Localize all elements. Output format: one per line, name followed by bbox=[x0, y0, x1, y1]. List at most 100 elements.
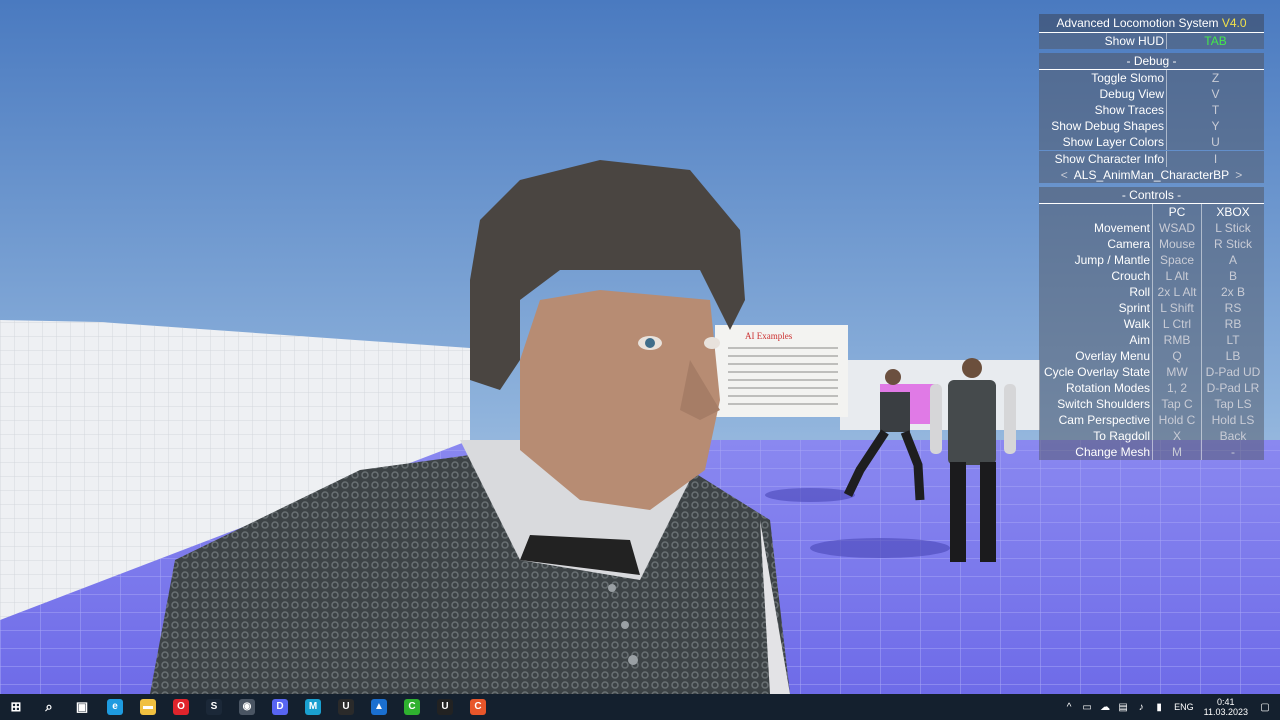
control-action: Walk bbox=[1123, 317, 1150, 331]
chevron-up-icon[interactable]: ^ bbox=[1062, 702, 1076, 713]
control-action: Rotation Modes bbox=[1065, 381, 1150, 395]
control-pc-key: Mouse bbox=[1152, 236, 1201, 252]
controls-row: Aim RMB LT bbox=[1039, 332, 1264, 348]
taskbar-app-icons: ⊞ ⌕ ▣ e ▬ O S ◉ D M U ▲ C U C bbox=[0, 694, 498, 720]
notifications-icon[interactable]: ▢ bbox=[1258, 702, 1272, 713]
control-xbox-key: RB bbox=[1201, 316, 1264, 332]
debug-section-header: - Debug - bbox=[1039, 53, 1264, 70]
controls-row: Cycle Overlay State MW D-Pad UD bbox=[1039, 364, 1264, 380]
search-icon[interactable]: ⌕ bbox=[36, 694, 62, 720]
hud-title-text: Advanced Locomotion System bbox=[1056, 16, 1219, 30]
controls-row: Jump / Mantle Space A bbox=[1039, 252, 1264, 268]
controls-row: Rotation Modes 1, 2 D-Pad LR bbox=[1039, 380, 1264, 396]
hud-row-key: T bbox=[1211, 103, 1220, 117]
green-app-icon[interactable]: C bbox=[399, 694, 425, 720]
control-action: Jump / Mantle bbox=[1074, 253, 1150, 267]
control-xbox-key: 2x B bbox=[1201, 284, 1264, 300]
control-action: Sprint bbox=[1118, 301, 1150, 315]
hud-row-key: Y bbox=[1211, 119, 1220, 133]
hud-row-show-traces: Show Traces T bbox=[1039, 102, 1264, 118]
control-pc-key: WSAD bbox=[1152, 220, 1201, 236]
control-pc-key: Tap C bbox=[1152, 396, 1201, 412]
discord-icon[interactable]: D bbox=[267, 694, 293, 720]
hud-row-label: Toggle Slomo bbox=[1039, 70, 1167, 86]
control-xbox-key: RS bbox=[1201, 300, 1264, 316]
hud-row-toggle-slomo: Toggle Slomo Z bbox=[1039, 70, 1264, 86]
hud-row-key: TAB bbox=[1204, 34, 1227, 48]
hud-row-show-layer-colors: Show Layer Colors U bbox=[1039, 134, 1264, 150]
m-app-icon[interactable]: M bbox=[300, 694, 326, 720]
hud-title: Advanced Locomotion System V4.0 bbox=[1039, 14, 1264, 33]
control-action: Crouch bbox=[1111, 269, 1150, 283]
control-action: Cam Perspective bbox=[1058, 413, 1150, 427]
clock[interactable]: 0:41 11.03.2023 bbox=[1204, 697, 1248, 717]
controls-row: Roll 2x L Alt 2x B bbox=[1039, 284, 1264, 300]
controls-row: Camera Mouse R Stick bbox=[1039, 236, 1264, 252]
control-action: Roll bbox=[1129, 285, 1150, 299]
controls-row: Switch Shoulders Tap C Tap LS bbox=[1039, 396, 1264, 412]
hud-row-debug-view: Debug View V bbox=[1039, 86, 1264, 102]
edge-browser-icon[interactable]: e bbox=[102, 694, 128, 720]
control-pc-key: Hold C bbox=[1152, 412, 1201, 428]
windows-start-icon[interactable]: ⊞ bbox=[3, 694, 29, 720]
windows-taskbar: ⊞ ⌕ ▣ e ▬ O S ◉ D M U ▲ C U C ^ ▭ ☁ ▤ ♪ ▮ ENG 0:41 11.… bbox=[0, 694, 1280, 720]
control-xbox-key: Back bbox=[1201, 428, 1264, 444]
control-action: Camera bbox=[1107, 237, 1150, 251]
control-action: Movement bbox=[1093, 221, 1150, 235]
hud-row-key: V bbox=[1211, 87, 1220, 101]
als-hud-panel: Advanced Locomotion System V4.0 Show HUD… bbox=[1039, 14, 1264, 460]
steam-icon[interactable]: S bbox=[201, 694, 227, 720]
control-pc-key: L Alt bbox=[1152, 268, 1201, 284]
controls-col-pc: PC bbox=[1152, 204, 1201, 220]
camera-app-icon[interactable]: ◉ bbox=[234, 694, 260, 720]
controls-column-header: PC XBOX bbox=[1039, 204, 1264, 220]
controls-row: To Ragdoll X Back bbox=[1039, 428, 1264, 444]
character-next-arrow: > bbox=[1235, 168, 1243, 182]
control-xbox-key: LT bbox=[1201, 332, 1264, 348]
hud-version: V4.0 bbox=[1221, 16, 1247, 30]
volume-icon[interactable]: ♪ bbox=[1134, 702, 1148, 713]
task-view-icon[interactable]: ▣ bbox=[69, 694, 95, 720]
controls-row: Cam Perspective Hold C Hold LS bbox=[1039, 412, 1264, 428]
control-pc-key: 1, 2 bbox=[1152, 380, 1201, 396]
opera-browser-icon[interactable]: O bbox=[168, 694, 194, 720]
control-action: To Ragdoll bbox=[1093, 429, 1150, 443]
clock-time: 0:41 bbox=[1217, 697, 1235, 707]
control-pc-key: Space bbox=[1152, 252, 1201, 268]
controls-row: Movement WSAD L Stick bbox=[1039, 220, 1264, 236]
photos-app-icon[interactable]: ▲ bbox=[366, 694, 392, 720]
controls-section-header: - Controls - bbox=[1039, 187, 1264, 204]
controls-row: Overlay Menu Q LB bbox=[1039, 348, 1264, 364]
unreal-engine-icon[interactable]: U bbox=[333, 694, 359, 720]
controls-row: Sprint L Shift RS bbox=[1039, 300, 1264, 316]
control-xbox-key: LB bbox=[1201, 348, 1264, 364]
character-selector-value: ALS_AnimMan_CharacterBP bbox=[1073, 168, 1230, 182]
control-pc-key: L Shift bbox=[1152, 300, 1201, 316]
control-action: Change Mesh bbox=[1075, 445, 1150, 459]
control-action: Cycle Overlay State bbox=[1043, 365, 1150, 379]
control-pc-key: L Ctrl bbox=[1152, 316, 1201, 332]
hud-row-label: Show Debug Shapes bbox=[1039, 118, 1167, 134]
network-icon[interactable]: ▤ bbox=[1116, 702, 1130, 713]
orange-app-icon[interactable]: C bbox=[465, 694, 491, 720]
hud-row-key: U bbox=[1211, 135, 1220, 149]
file-explorer-icon[interactable]: ▬ bbox=[135, 694, 161, 720]
control-xbox-key: - bbox=[1201, 444, 1264, 460]
device-icon[interactable]: ▭ bbox=[1080, 702, 1094, 713]
control-xbox-key: D-Pad UD bbox=[1201, 364, 1264, 380]
hud-row-show-debug-shapes: Show Debug Shapes Y bbox=[1039, 118, 1264, 134]
language-indicator[interactable]: ENG bbox=[1174, 702, 1194, 712]
power-icon[interactable]: ▮ bbox=[1152, 702, 1166, 713]
clock-date: 11.03.2023 bbox=[1203, 707, 1248, 717]
cloud-icon[interactable]: ☁ bbox=[1098, 702, 1112, 713]
control-xbox-key: Hold LS bbox=[1201, 412, 1264, 428]
hud-row-label: Show Traces bbox=[1039, 102, 1167, 118]
character-selector: < ALS_AnimMan_CharacterBP > bbox=[1039, 167, 1264, 183]
hud-row-show-hud: Show HUD TAB bbox=[1039, 33, 1264, 49]
control-xbox-key: B bbox=[1201, 268, 1264, 284]
hud-row-label: Debug View bbox=[1039, 86, 1167, 102]
controls-row: Walk L Ctrl RB bbox=[1039, 316, 1264, 332]
unreal-engine-active-icon[interactable]: U bbox=[432, 694, 458, 720]
hud-row-label: Show Character Info bbox=[1039, 151, 1167, 167]
control-pc-key: 2x L Alt bbox=[1152, 284, 1201, 300]
